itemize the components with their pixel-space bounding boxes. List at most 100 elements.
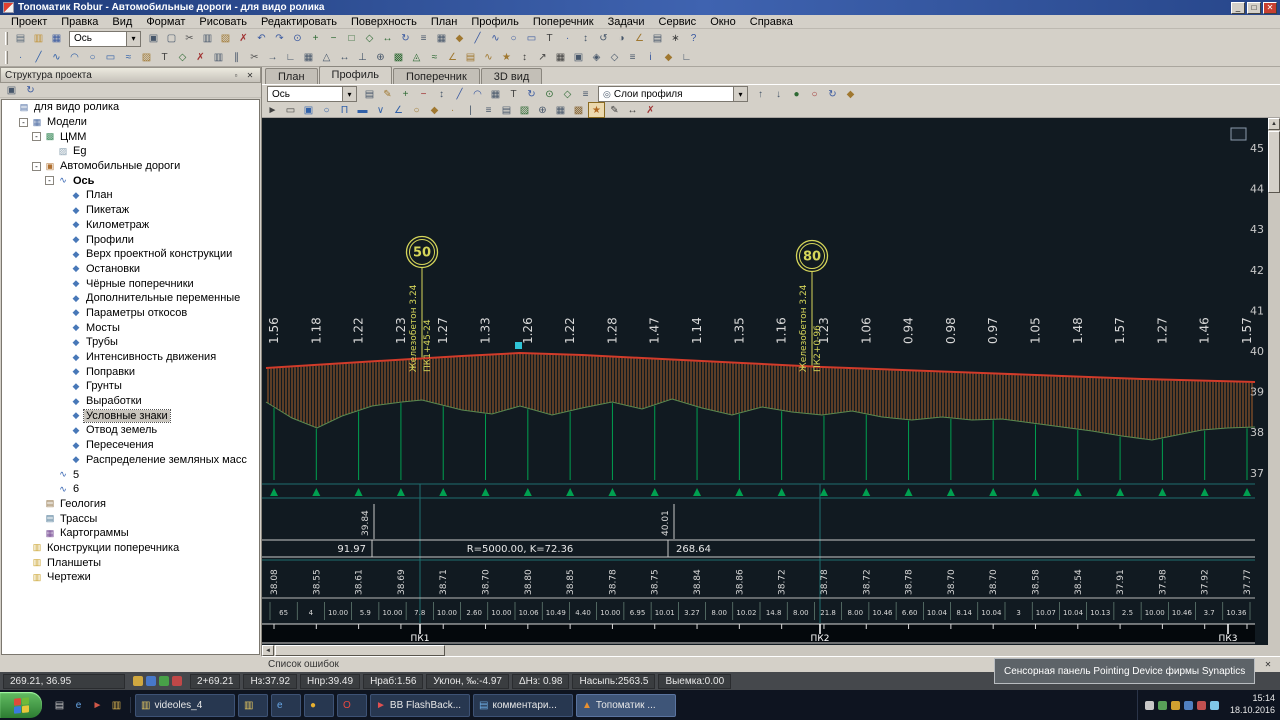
- fit-icon[interactable]: ◇: [559, 86, 576, 102]
- draw-ditch-icon[interactable]: ∨: [372, 102, 389, 118]
- expand-icon[interactable]: [58, 294, 67, 303]
- undo-icon[interactable]: ↶: [253, 31, 270, 47]
- rotate-icon[interactable]: ↺: [595, 31, 612, 47]
- tree-item[interactable]: ▨ Eg: [2, 144, 259, 159]
- select-window-icon[interactable]: ▭: [282, 102, 299, 118]
- expand-icon[interactable]: [58, 308, 67, 317]
- tray-icon[interactable]: [1144, 700, 1154, 710]
- osnap-icon[interactable]: ◆: [451, 31, 468, 47]
- draw-hatch-icon[interactable]: ▨: [138, 49, 155, 65]
- tray-icon[interactable]: [1170, 700, 1180, 710]
- taskbar-window-button[interactable]: ▥ videoles_4: [135, 693, 235, 717]
- contours-icon[interactable]: ≈: [426, 49, 443, 65]
- kilometer-icon[interactable]: ◆: [426, 102, 443, 118]
- menu-edit[interactable]: Правка: [54, 16, 105, 28]
- expand-icon[interactable]: [45, 485, 54, 494]
- vertical-scrollbar[interactable]: ▲: [1268, 118, 1280, 656]
- tree-item[interactable]: ▥ Планшеты: [2, 555, 259, 570]
- tree-item[interactable]: ∿ 5: [2, 467, 259, 482]
- tree-item[interactable]: ◆ Километраж: [2, 218, 259, 233]
- scroll-left-icon[interactable]: ◄: [262, 645, 274, 656]
- dimension-icon[interactable]: ↕: [516, 49, 533, 65]
- zoom-out-icon[interactable]: −: [325, 31, 342, 47]
- expand-icon[interactable]: [58, 235, 67, 244]
- layer-down-icon[interactable]: ↓: [770, 86, 787, 102]
- profile-tool-icon[interactable]: ∿: [480, 49, 497, 65]
- draw-pipe-icon[interactable]: ○: [318, 102, 335, 118]
- refresh-layers-icon[interactable]: ↻: [824, 86, 841, 102]
- new-file-icon[interactable]: ▤: [12, 31, 29, 47]
- tree-item[interactable]: ◆ Распределение земляных масс: [2, 453, 259, 468]
- expand-icon[interactable]: [58, 455, 67, 464]
- tree-item[interactable]: ◆ Грунты: [2, 379, 259, 394]
- player-quick-icon[interactable]: ►: [89, 697, 106, 713]
- tree-item[interactable]: ▥ Конструкции поперечника: [2, 541, 259, 556]
- taskbar-window-button[interactable]: ●: [304, 693, 334, 717]
- draw-slope-icon[interactable]: ∠: [390, 102, 407, 118]
- expand-icon[interactable]: [32, 529, 41, 538]
- save-icon[interactable]: ▦: [48, 31, 65, 47]
- tree-item[interactable]: - ∿ Ось: [2, 173, 259, 188]
- expand-icon[interactable]: [19, 543, 28, 552]
- tree-item[interactable]: ◆ Пикетаж: [2, 203, 259, 218]
- labels-icon[interactable]: T: [505, 86, 522, 102]
- tree-item[interactable]: - ▦ Модели: [2, 115, 259, 130]
- menu-profile[interactable]: Профиль: [464, 16, 526, 28]
- break-icon[interactable]: ⊥: [354, 49, 371, 65]
- tray-icon[interactable]: [1209, 700, 1219, 710]
- line-icon[interactable]: ╱: [469, 31, 486, 47]
- scale-icon[interactable]: △: [318, 49, 335, 65]
- delete-point-icon[interactable]: −: [415, 86, 432, 102]
- error-close-icon[interactable]: ✕: [1262, 659, 1274, 670]
- menu-tasks[interactable]: Задачи: [601, 16, 652, 28]
- expand-icon[interactable]: [58, 191, 67, 200]
- toolbar-grip[interactable]: [5, 32, 8, 45]
- working-marks-icon[interactable]: ≡: [480, 102, 497, 118]
- draw-structure-icon[interactable]: ▣: [300, 102, 317, 118]
- zoom-extents-icon[interactable]: ◇: [361, 31, 378, 47]
- tree-item[interactable]: ◆ Мосты: [2, 320, 259, 335]
- lock-layer-icon[interactable]: ◆: [842, 86, 859, 102]
- taskbar-window-button[interactable]: ▤ комментари...: [473, 693, 573, 717]
- markers-icon[interactable]: ★: [498, 49, 515, 65]
- tree-item[interactable]: ▤ Геология: [2, 497, 259, 512]
- point-icon[interactable]: ∙: [559, 31, 576, 47]
- tray-icon[interactable]: [1196, 700, 1206, 710]
- draw-polyline-icon[interactable]: ∿: [48, 49, 65, 65]
- tree-item[interactable]: ◆ Трубы: [2, 335, 259, 350]
- fillet-icon[interactable]: ∟: [282, 49, 299, 65]
- erase-icon[interactable]: ✗: [192, 49, 209, 65]
- menu-cross-section[interactable]: Поперечник: [526, 16, 601, 28]
- tree-item[interactable]: - ▣ Автомобильные дороги: [2, 159, 259, 174]
- slope-icon[interactable]: ∠: [444, 49, 461, 65]
- expand-icon[interactable]: [58, 338, 67, 347]
- tree-item[interactable]: ◆ Выработки: [2, 394, 259, 409]
- elevations-icon[interactable]: ▤: [498, 102, 515, 118]
- tree-item[interactable]: ◆ Параметры откосов: [2, 306, 259, 321]
- hide-layer-icon[interactable]: ○: [806, 86, 823, 102]
- polyline-icon[interactable]: ∿: [487, 31, 504, 47]
- horizontal-scrollbar[interactable]: ◄: [262, 645, 1268, 656]
- expand-icon[interactable]: [45, 470, 54, 479]
- order-icon[interactable]: ≡: [624, 49, 641, 65]
- regen-icon[interactable]: ↻: [397, 31, 414, 47]
- menu-project[interactable]: Проект: [4, 16, 54, 28]
- folder-quick-icon[interactable]: ▥: [108, 697, 125, 713]
- expand-icon[interactable]: [58, 367, 67, 376]
- tree-refresh-icon[interactable]: ↻: [22, 82, 39, 98]
- masses-icon[interactable]: ▦: [552, 102, 569, 118]
- expand-icon[interactable]: [58, 353, 67, 362]
- errors-icon[interactable]: ✗: [642, 102, 659, 118]
- menu-view[interactable]: Вид: [105, 16, 139, 28]
- taskbar-window-button[interactable]: ► BB FlashBack...: [370, 693, 470, 717]
- array-icon[interactable]: ▦: [300, 49, 317, 65]
- notes-icon[interactable]: ✎: [606, 102, 623, 118]
- tree-item[interactable]: ◆ Чёрные поперечники: [2, 276, 259, 291]
- help-icon[interactable]: ?: [685, 31, 702, 47]
- expand-icon[interactable]: [32, 499, 41, 508]
- taskbar-window-button[interactable]: ▲ Топоматик ...: [576, 693, 676, 717]
- menu-modify[interactable]: Редактировать: [254, 16, 344, 28]
- expand-icon[interactable]: [19, 558, 28, 567]
- circle-icon[interactable]: ○: [505, 31, 522, 47]
- find-icon[interactable]: ⊙: [289, 31, 306, 47]
